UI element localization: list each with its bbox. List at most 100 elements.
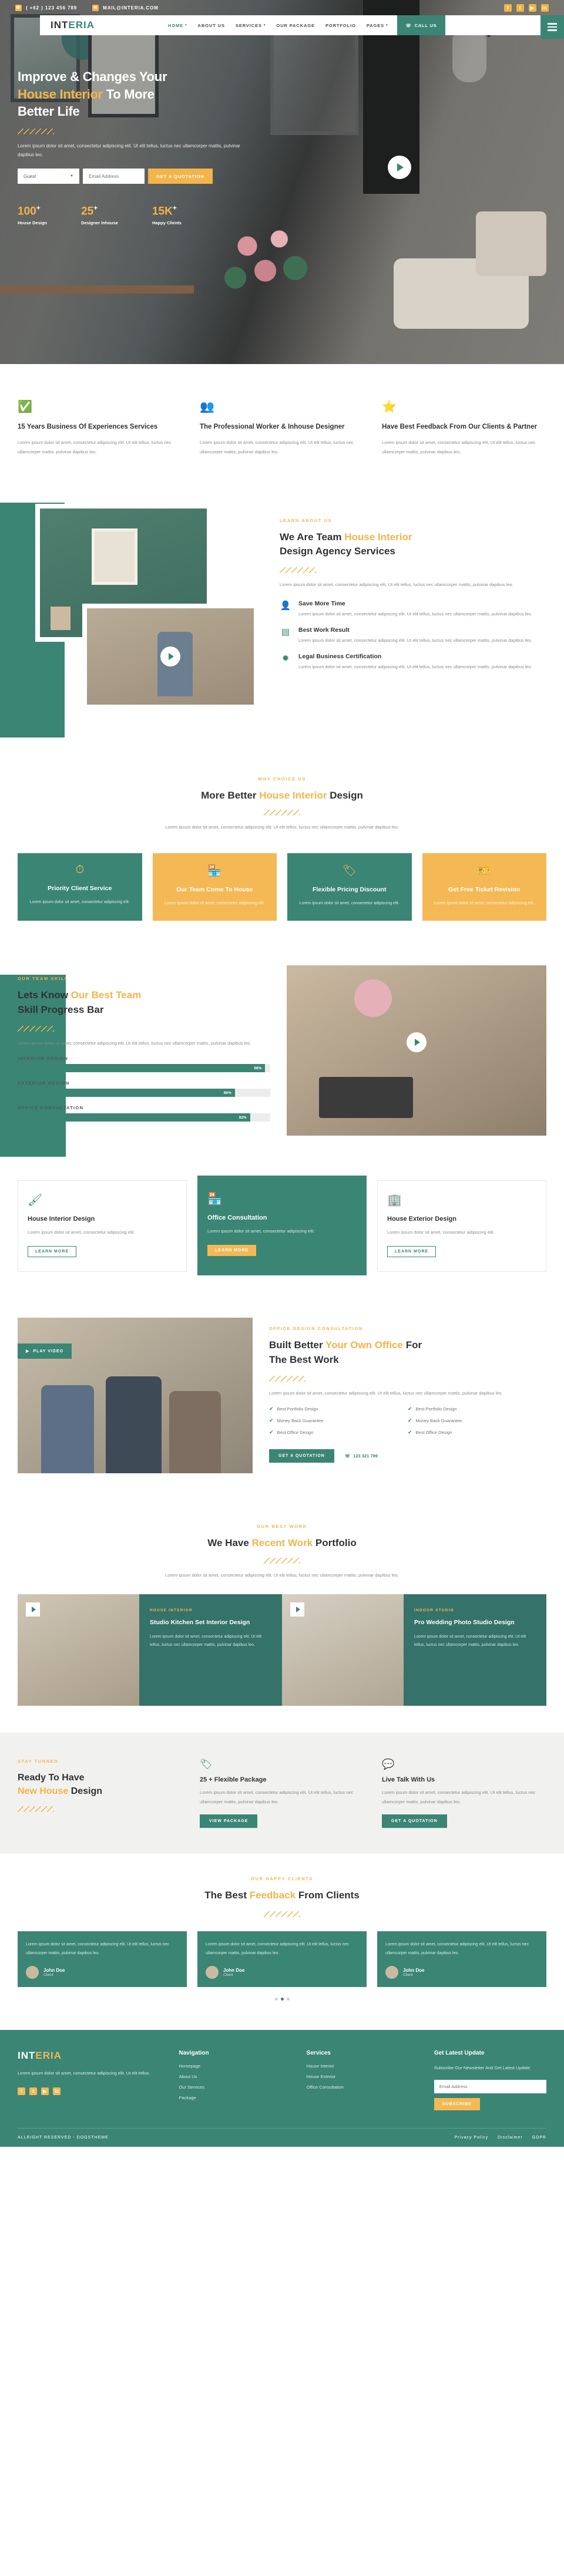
subscribe-button[interactable]: SUBSCRIBE [434, 2098, 481, 2111]
people-gear-icon: 👥 [200, 400, 214, 413]
why-card-flexible-pricing-discount[interactable]: 🏷 Flexible Pricing Discount Lorem ipsum … [287, 853, 412, 921]
testimonial-quote: Lorem ipsum dolor sit amet, consectetur … [385, 1942, 529, 1955]
feature-title: Have Best Feedback From Our Clients & Pa… [382, 423, 537, 430]
hero-play-button[interactable] [388, 156, 411, 179]
nav-item-portfolio[interactable]: PORTFOLIO [325, 23, 356, 28]
portfolio-card-title: Studio Kitchen Set Interior Design [150, 1618, 250, 1626]
progress-fill: 92% [18, 1113, 250, 1122]
built-quotation-button[interactable]: GET A QUOTATION [269, 1449, 334, 1463]
skills-play-button[interactable] [407, 1032, 427, 1052]
nav-item-about-us[interactable]: ABOUT US [198, 23, 225, 28]
hero-content: Improve & Changes Your House Interior To… [0, 39, 253, 225]
footer-link-privacy[interactable]: Privacy Policy [455, 2136, 489, 2140]
linkedin-icon[interactable]: in [541, 4, 549, 12]
carousel-dot[interactable] [286, 1998, 290, 2001]
service-card-house-exterior-design[interactable]: 🏢 House Exterior Design Lorem ipsum dolo… [377, 1180, 546, 1272]
phone-icon: ☏ [15, 4, 22, 11]
footer-services-title: Services [306, 2050, 331, 2057]
about-section: LEARN ABOUT US We Are Team House Interio… [0, 486, 564, 750]
building-icon: 🏢 [387, 1194, 402, 1207]
ticket-icon: 🎫 [477, 865, 492, 878]
nav-item-home[interactable]: HOME ▾ [168, 23, 187, 28]
footer-service-item[interactable]: House Interior [307, 2063, 419, 2069]
why-cards: ⏱ Priority Client Service Lorem ipsum do… [18, 838, 546, 948]
play-icon[interactable] [290, 1602, 304, 1617]
testimonials-title: The Best Feedback From Clients [204, 1890, 360, 1901]
why-card-title: Priority Client Service [48, 885, 112, 893]
youtube-icon[interactable]: ▶ [529, 4, 536, 12]
store-icon: 🏪 [207, 865, 222, 878]
portfolio-tag: INDOOR STUDIO [414, 1608, 454, 1612]
facebook-icon[interactable]: f [504, 4, 512, 12]
facebook-icon[interactable]: f [18, 2087, 25, 2096]
play-video-button[interactable]: ▶ PLAY VIDEO [18, 1343, 72, 1359]
twitter-icon[interactable]: t [29, 2087, 37, 2096]
footer-nav-item[interactable]: Package [179, 2095, 291, 2100]
footer-link-disclaimer[interactable]: Disclaimer [498, 2136, 523, 2140]
features-section: ✅ 15 Years Business Of Experiences Servi… [18, 364, 546, 486]
site-logo[interactable]: INTERIA [51, 19, 95, 31]
guest-select[interactable]: Guest ▼ [18, 169, 79, 184]
footer-nav-item[interactable]: Homepage [179, 2063, 291, 2069]
learn-more-button[interactable]: LEARN MORE [207, 1245, 257, 1257]
about-play-button[interactable] [160, 646, 180, 666]
about-list-item: 👤 Save More Time Lorem ipsum dolor sit a… [280, 600, 546, 618]
nav-item-pages[interactable]: PAGES ▾ [367, 23, 388, 28]
about-list-item: ▤ Best Work Result Lorem ipsum dolor sit… [280, 627, 546, 645]
cta-quotation-button[interactable]: GET A QUOTATION [382, 1814, 447, 1829]
footer-service-item[interactable]: House Exterior [307, 2074, 419, 2079]
play-icon[interactable] [26, 1602, 40, 1617]
progress-fill: 98% [18, 1064, 266, 1073]
testimonial-quote: Lorem ipsum dolor sit amet, consectetur … [206, 1942, 349, 1955]
why-card-team-come-to-house[interactable]: 🏪 Our Team Come To House Lorem ipsum dol… [152, 853, 277, 921]
phone-icon: ☏ [405, 22, 412, 28]
view-package-button[interactable]: VIEW PACKAGE [200, 1814, 258, 1829]
email-input[interactable] [83, 169, 145, 184]
nav-label: ABOUT US [197, 22, 225, 28]
check-circle-icon: ✔ [269, 1429, 274, 1436]
youtube-icon[interactable]: ▶ [41, 2087, 49, 2096]
call-us-button[interactable]: ☏ CALL US [397, 15, 445, 35]
about-text: LEARN ABOUT US We Are Team House Interio… [280, 504, 546, 715]
newsletter-email-input[interactable] [434, 2080, 546, 2094]
linkedin-icon[interactable]: in [53, 2087, 61, 2096]
service-card-house-interior-design[interactable]: 🖌 House Interior Design Lorem ipsum dolo… [18, 1180, 187, 1272]
carousel-dot[interactable] [274, 1998, 278, 2001]
nav-item-services[interactable]: SERVICES ▾ [236, 23, 266, 28]
twitter-icon[interactable]: t [516, 4, 524, 12]
footer-nav-item[interactable]: About Us [179, 2074, 291, 2079]
topbar-email[interactable]: ✉ MAIL@INTERIA.COM [92, 4, 159, 11]
about-list-item: ✹ Legal Business Certification Lorem ips… [280, 653, 546, 671]
built-title-highlight: Your Own Office [325, 1339, 403, 1351]
nav-label: HOME [168, 22, 184, 28]
why-card-title: Flexible Pricing Discount [313, 886, 387, 894]
topbar-phone[interactable]: ☏ ( +62 ) 123 456 789 [15, 4, 77, 11]
portfolio-image[interactable] [282, 1594, 404, 1706]
footer-newsletter-col: Get Latest Update Subscribe Our Newslett… [434, 2050, 546, 2111]
learn-more-button[interactable]: LEARN MORE [387, 1246, 437, 1258]
portfolio-card-pro-wedding-photo-studio[interactable]: INDOOR STUDIO Pro Wedding Photo Studio D… [404, 1594, 546, 1706]
footer-service-item[interactable]: Office Consultation [307, 2085, 419, 2090]
carousel-dot-active[interactable] [280, 1998, 284, 2001]
portfolio-eyebrow: OUR BEST WORK [257, 1524, 307, 1530]
nav-item-our-package[interactable]: OUR PACKAGE [276, 23, 315, 28]
hero-title-line2: To More [102, 86, 155, 102]
footer-link-gdpr[interactable]: GDPR [532, 2136, 546, 2140]
learn-more-button[interactable]: LEARN MORE [28, 1246, 77, 1258]
get-quotation-button[interactable]: GET A QUOTATION [148, 169, 213, 184]
site-footer: INTERIA Lorem ipsum dolor sit amet, cons… [0, 2030, 564, 2147]
why-card-free-ticket-revision[interactable]: 🎫 Get Free Ticket Revision Lorem ipsum d… [422, 853, 546, 921]
built-phone[interactable]: ☏ 123 321 789 [345, 1453, 378, 1459]
portfolio-card-studio-kitchen-set[interactable]: HOUSE INTERIOR Studio Kitchen Set Interi… [139, 1594, 282, 1706]
feature-desc: Lorem ipsum dolor sit amet, consectetur … [18, 440, 172, 454]
service-card-office-consultation[interactable]: 🏪 Office Consultation Lorem ipsum dolor … [197, 1176, 367, 1276]
logo-text-a: INT [51, 19, 69, 31]
hamburger-menu-icon[interactable] [540, 15, 564, 39]
topbar-email-text: MAIL@INTERIA.COM [103, 5, 159, 11]
footer-nav-item[interactable]: Our Services [179, 2085, 291, 2090]
footer-logo[interactable]: INTERIA [18, 2050, 164, 2062]
portfolio-image[interactable] [18, 1594, 139, 1706]
built-text: OFFICE DESIGN CONSULTATION Built Better … [269, 1318, 546, 1463]
hero-stats: 100+ House Design 25+ Designer Inhouse 1… [18, 204, 253, 225]
why-card-priority-client-service[interactable]: ⏱ Priority Client Service Lorem ipsum do… [18, 853, 142, 921]
